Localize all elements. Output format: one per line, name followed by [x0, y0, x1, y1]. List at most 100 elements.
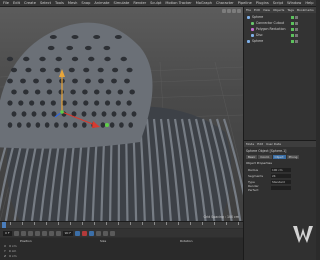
timeline-ruler[interactable]	[0, 222, 243, 228]
object-type-icon	[247, 15, 250, 19]
ruler-tick	[94, 222, 95, 225]
menu-item-help[interactable]: Help	[305, 0, 313, 7]
ruler-tick	[106, 222, 107, 225]
objmgr-menu-view[interactable]: View	[263, 8, 270, 12]
next-frame-icon[interactable]	[41, 230, 47, 236]
object-row[interactable]: Sphere	[244, 38, 317, 44]
menu-item-script[interactable]: Script	[273, 0, 283, 7]
position-z-value[interactable]: 0 cm	[9, 254, 16, 259]
rotation-key-icon[interactable]	[110, 230, 116, 236]
dome-hole	[58, 89, 65, 95]
start-frame-field[interactable]: 0 F	[3, 230, 12, 236]
dome-hole	[120, 56, 127, 62]
menu-item-sculpt[interactable]: Sculpt	[150, 0, 161, 7]
dome-hole	[94, 100, 100, 106]
dome-hole	[81, 111, 87, 117]
goto-start-icon[interactable]	[13, 230, 19, 236]
menu-item-file[interactable]: File	[3, 0, 9, 7]
record-keys-icon[interactable]	[75, 230, 81, 236]
rotation-header: Rotation	[180, 239, 193, 243]
menu-item-animate[interactable]: Animate	[94, 0, 109, 7]
objmgr-menu-objects[interactable]: Objects	[273, 8, 284, 12]
ruler-tick	[70, 222, 71, 225]
menu-item-plugins[interactable]: Plugins	[256, 0, 269, 7]
menu-item-simulate[interactable]: Simulate	[113, 0, 129, 7]
enabled-check-icon[interactable]	[291, 15, 294, 19]
keyframe-selection-icon[interactable]	[89, 230, 95, 236]
objmgr-menu-file[interactable]: File	[246, 8, 251, 12]
dome-hole	[128, 122, 134, 128]
property-value-field[interactable]: 100 cm	[271, 167, 291, 172]
menu-item-select[interactable]: Select	[40, 0, 51, 7]
subtab-object[interactable]: Object	[272, 155, 286, 159]
end-frame-field[interactable]: 90 F	[62, 230, 74, 236]
3d-viewport[interactable]: Grid Spacing : 100 cm	[0, 7, 243, 221]
object-type-icon	[251, 33, 254, 37]
dome-hole	[126, 67, 133, 73]
play-icon[interactable]	[34, 230, 40, 236]
zoom-view-icon[interactable]	[227, 9, 231, 13]
object-tree: Sphere Connector Cutout Polygon Reduction D…	[244, 14, 317, 44]
attrmgr-menu-mode[interactable]: Mode	[246, 142, 254, 146]
objmgr-menu-bookmarks[interactable]: Bookmarks	[297, 8, 314, 12]
dome-hole	[7, 122, 13, 128]
rotate-view-icon[interactable]	[232, 9, 236, 13]
prev-frame-icon[interactable]	[27, 230, 33, 236]
property-value-field[interactable]: 24	[271, 173, 291, 178]
visibility-dot-icon[interactable]	[295, 33, 298, 37]
dome-hole	[98, 78, 104, 84]
menu-item-character[interactable]: Character	[216, 0, 234, 7]
maximize-view-icon[interactable]	[237, 9, 241, 13]
subtab-basic[interactable]: Basic	[246, 155, 258, 159]
ruler-tick	[166, 222, 167, 225]
property-value-field[interactable]: Standard	[271, 179, 291, 184]
visibility-dot-icon[interactable]	[295, 39, 298, 43]
size-header: Size	[100, 239, 107, 243]
objmgr-menu-edit[interactable]: Edit	[254, 8, 260, 12]
scale-key-icon[interactable]	[103, 230, 109, 236]
playhead[interactable]	[2, 222, 6, 228]
dome-hole	[84, 45, 92, 51]
move-view-icon[interactable]	[222, 9, 226, 13]
enabled-check-icon[interactable]	[291, 33, 294, 37]
ruler-tick	[226, 222, 227, 225]
dome-hole	[103, 45, 111, 51]
objmgr-menu-tags[interactable]: Tags	[287, 8, 294, 12]
menu-item-mesh[interactable]: Mesh	[68, 0, 77, 7]
menu-item-render[interactable]: Render	[133, 0, 146, 7]
position-key-icon[interactable]	[96, 230, 102, 236]
menu-item-tools[interactable]: Tools	[55, 0, 64, 7]
enabled-check-icon[interactable]	[291, 39, 294, 43]
menu-bar: File Edit Create Select Tools Mesh Snap Animate…	[0, 0, 316, 7]
ruler-tick	[142, 222, 143, 225]
menu-item-motion-tracker[interactable]: Motion Tracker	[165, 0, 191, 7]
visibility-dot-icon[interactable]	[295, 15, 298, 19]
menu-item-window[interactable]: Window	[287, 0, 301, 7]
visibility-dot-icon[interactable]	[295, 27, 298, 31]
autokey-icon[interactable]	[82, 230, 88, 236]
next-key-icon[interactable]	[48, 230, 54, 236]
prev-key-icon[interactable]	[20, 230, 26, 236]
ruler-tick	[82, 222, 83, 225]
enabled-check-icon[interactable]	[291, 21, 294, 25]
menu-item-edit[interactable]: Edit	[13, 0, 20, 7]
subtab-phong[interactable]: Phong	[286, 155, 300, 159]
menu-item-mograph[interactable]: MoGraph	[196, 0, 212, 7]
attrmgr-menu-edit[interactable]: Edit	[257, 142, 263, 146]
goto-end-icon[interactable]	[55, 230, 61, 236]
dome-hole	[33, 78, 39, 84]
dome-hole	[26, 122, 31, 128]
attrmgr-menu-user-data[interactable]: User Data	[266, 142, 281, 146]
object-type-icon	[251, 21, 254, 25]
dome-hole	[23, 56, 30, 62]
menu-item-create[interactable]: Create	[24, 0, 36, 7]
subtab-coord[interactable]: Coord.	[258, 155, 272, 159]
enabled-check-icon[interactable]	[291, 27, 294, 31]
dome-hole	[104, 56, 111, 62]
visibility-dot-icon[interactable]	[295, 21, 298, 25]
menu-item-pipeline[interactable]: Pipeline	[238, 0, 252, 7]
dome-hole	[93, 35, 101, 39]
menu-item-snap[interactable]: Snap	[81, 0, 90, 7]
property-label: Segments	[248, 173, 264, 178]
property-value-field[interactable]	[271, 185, 291, 190]
